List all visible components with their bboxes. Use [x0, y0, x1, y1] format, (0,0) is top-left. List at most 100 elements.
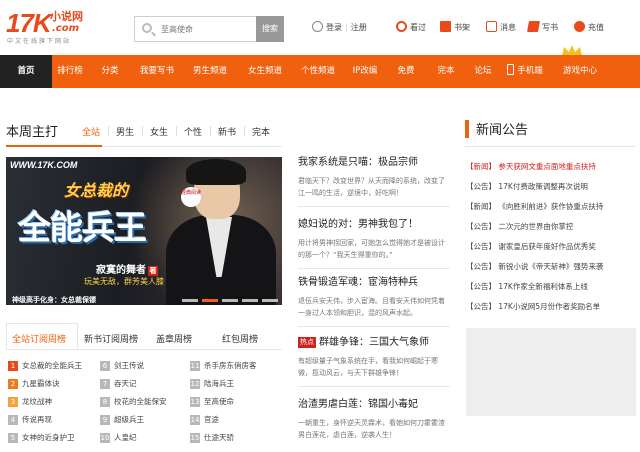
- logo-slogan: 中文在线旗下网站: [7, 38, 72, 45]
- news-title[interactable]: 铁骨锻造军魂：宦海特种兵: [298, 276, 450, 290]
- banner-tagline: 玩美无敌，群芳美人膝: [84, 277, 164, 286]
- rank-title: 龙纹战神: [22, 397, 52, 406]
- news-desc: 一朝重生，身怀逆天灵霖术，看她如何刀霍霍渣男白莲花，虐白莲，逆袭人生！: [298, 419, 445, 439]
- tab-newbook[interactable]: 新书: [218, 125, 236, 138]
- tab-finished[interactable]: 完本: [252, 125, 270, 138]
- rank-item[interactable]: 11 杀手房东俏房客: [190, 361, 257, 371]
- nav-item-personal[interactable]: 个性频道: [292, 55, 344, 88]
- news-title-hot[interactable]: 热点 群雄争锋：三国大气象师: [298, 336, 450, 350]
- divider: [465, 146, 635, 147]
- banner-author-tag: 著: [148, 266, 158, 276]
- tab-personal[interactable]: 个性: [184, 125, 202, 138]
- login-link[interactable]: 登录: [326, 23, 342, 32]
- rank-item[interactable]: 2 九星霸体诀: [8, 379, 60, 389]
- nav-item-finished[interactable]: 完本: [426, 55, 466, 88]
- rank-item[interactable]: 3 龙纹战神: [8, 397, 52, 407]
- tab-all[interactable]: 全站: [82, 125, 100, 138]
- ad-placeholder[interactable]: [466, 328, 636, 416]
- logo-cn: 小说网: [50, 10, 83, 23]
- nav-item-games[interactable]: 游戏中心: [552, 55, 608, 88]
- recharge-link[interactable]: 充值: [574, 21, 604, 34]
- search-button[interactable]: 搜索: [256, 16, 284, 42]
- tab-rank-stamp[interactable]: 盖章周榜: [156, 332, 192, 345]
- news-title[interactable]: 媳妇说的对：男神我包了！: [298, 218, 450, 232]
- nav-item-forum[interactable]: 论坛: [466, 55, 500, 88]
- carousel-dot[interactable]: [202, 299, 218, 302]
- nav-item-home[interactable]: 首页: [0, 55, 52, 88]
- nav-item-ip[interactable]: IP改编: [344, 55, 386, 88]
- news-title[interactable]: 治渣男虐白莲：锦国小毒妃: [298, 398, 450, 412]
- divider: [298, 386, 450, 387]
- announcement-item[interactable]: 【公告】 新锐小说《帝天斩神》强势来袭: [466, 262, 603, 272]
- rank-number: 2: [8, 379, 18, 389]
- tab-rank-newbook[interactable]: 新书订阅周榜: [84, 332, 138, 345]
- tab-female[interactable]: 女生: [150, 125, 168, 138]
- rank-item[interactable]: 5 女神的近身护卫: [8, 433, 75, 443]
- announcement-item[interactable]: 【公告】 谢家皇后获年度好作品优秀奖: [466, 242, 596, 252]
- featured-banner[interactable]: WWW.17K.COM 女总裁的 经典阅读 全能兵王 寂寞的舞者著 玩美无敌，群…: [6, 157, 282, 305]
- rank-item[interactable]: 6 剑王传说: [100, 361, 144, 371]
- rank-title: 九星霸体诀: [22, 379, 60, 388]
- divider: [244, 126, 245, 136]
- nav-item-mobile[interactable]: 手机端: [500, 55, 550, 88]
- messages-link[interactable]: 消息: [486, 21, 516, 34]
- divider: [298, 206, 450, 207]
- rank-number: 11: [190, 361, 200, 371]
- bookshelf-link[interactable]: 书架: [440, 21, 470, 34]
- rank-title: 超级兵王: [114, 415, 144, 424]
- rank-number: 15: [190, 433, 200, 443]
- carousel-dot[interactable]: [222, 299, 238, 302]
- login-links: 登录 | 注册: [312, 21, 367, 34]
- announcement-item[interactable]: 【公告】 二次元的世界由你掌控: [466, 222, 573, 232]
- banner-author-name: 寂寞的舞者: [96, 265, 146, 276]
- carousel-dot[interactable]: [182, 299, 198, 302]
- rank-number: 13: [190, 397, 200, 407]
- rank-item[interactable]: 9 超级兵王: [100, 415, 144, 425]
- rank-item[interactable]: 15 仕途天骄: [190, 433, 234, 443]
- nav-item-female[interactable]: 女生频道: [238, 55, 292, 88]
- phone-icon: [507, 64, 515, 75]
- rank-number: 1: [8, 361, 18, 371]
- news-desc: 退伍兵安天伟，步入宦海。且看安天伟如何凭着一身过人本领和胆识，混的风声水起。: [298, 297, 445, 317]
- news-item: 治渣男虐白莲：锦国小毒妃 一朝重生，身怀逆天灵霖术，看她如何刀霍霍渣男白莲花，虐…: [298, 398, 450, 441]
- news-desc: 君临天下？改变世界？从天而降的系统，改变了江一鸣的生活，逆境中，好吃啊！: [298, 177, 445, 197]
- register-link[interactable]: 注册: [351, 23, 367, 32]
- rank-item[interactable]: 14 官途: [190, 415, 219, 425]
- nav-item-category[interactable]: 分类: [88, 55, 132, 88]
- announcement-item[interactable]: 【公告】 17K作家全新福利体系上线: [466, 282, 588, 292]
- news-title[interactable]: 我家系统是只喵：极品宗师: [298, 156, 450, 170]
- rank-item[interactable]: 4 传说再现: [8, 415, 52, 425]
- nav-item-free[interactable]: 免费: [386, 55, 426, 88]
- search-input[interactable]: [161, 21, 257, 37]
- site-logo[interactable]: 17K 小说网 .com 中文在线旗下网站: [6, 10, 106, 45]
- nav-item-write[interactable]: 我要写书: [132, 55, 182, 88]
- rank-title: 校花的全能保安: [114, 397, 167, 406]
- banner-title-line2: 全能兵王: [18, 208, 147, 247]
- announcement-item[interactable]: 【新闻】 《向胜利前进》获作协重点扶持: [466, 202, 603, 212]
- nav-item-ranking[interactable]: 排行榜: [52, 55, 88, 88]
- tab-rank-all[interactable]: 全站订阅周榜: [12, 332, 66, 345]
- rank-title: 人皇纪: [114, 433, 137, 442]
- tab-rank-redpacket[interactable]: 红包周榜: [222, 332, 258, 345]
- rank-item[interactable]: 12 陆海兵王: [190, 379, 234, 389]
- rank-item[interactable]: 13 至高使命: [190, 397, 234, 407]
- rank-item[interactable]: 10 人皇纪: [100, 433, 137, 443]
- top-header: 17K 小说网 .com 中文在线旗下网站 搜索 登录|注册 看过 书架 消息 …: [0, 0, 640, 52]
- nav-item-male[interactable]: 男生频道: [182, 55, 238, 88]
- history-link[interactable]: 看过: [396, 21, 426, 34]
- rank-title: 官途: [204, 415, 219, 424]
- bookshelf-label: 书架: [454, 23, 470, 32]
- announcement-item[interactable]: 【公告】 17K付费政策调整再次说明: [466, 182, 588, 192]
- rank-item[interactable]: 1 女总裁的全能兵王: [8, 361, 82, 371]
- rank-item[interactable]: 7 吞天记: [100, 379, 137, 389]
- carousel-dot[interactable]: [262, 299, 278, 302]
- tab-male[interactable]: 男生: [116, 125, 134, 138]
- carousel-dot[interactable]: [242, 299, 258, 302]
- rank-title: 至高使命: [204, 397, 234, 406]
- rank-tabs: 全站订阅周榜 新书订阅周榜 盖章周榜 红包周榜: [6, 323, 282, 349]
- rank-item[interactable]: 8 校花的全能保安: [100, 397, 167, 407]
- announcement-item[interactable]: 【公告】 17K小说网5月份作者奖励名单: [466, 302, 600, 312]
- write-link[interactable]: 写书: [527, 21, 558, 34]
- news-item: 热点 群雄争锋：三国大气象师 有超级量子气象系统在手，看我如何崛起于寒微，揽动风云…: [298, 336, 450, 379]
- announcement-item[interactable]: 【新闻】 参天获网文重点面地重点扶持: [466, 162, 596, 172]
